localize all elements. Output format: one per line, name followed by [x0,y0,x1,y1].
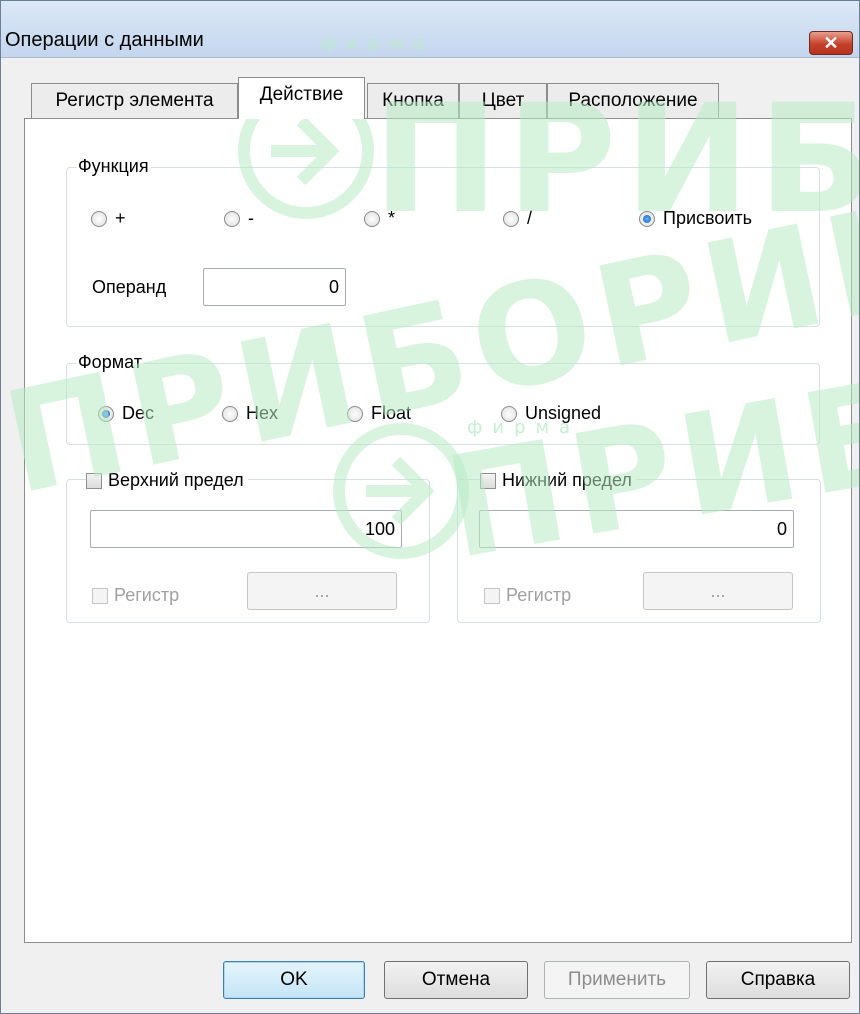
radio-dec-label: Dec [122,403,155,423]
radio-hex-indicator [222,405,238,422]
upper-register-label: Регистр [114,585,180,605]
lower-register-label: Регистр [506,585,572,605]
radio-multiply-indicator [364,210,380,227]
upper-limit-checkbox-box [86,472,102,489]
tab-panel-action: Функция + - * / Присвоить Операнд 0 Форм… [24,118,852,943]
lower-register-browse-button[interactable]: ... [643,572,793,610]
tab-button[interactable]: Кнопка [367,83,459,119]
upper-limit-input[interactable]: 100 [90,510,402,548]
radio-hex-label: Hex [246,403,279,423]
radio-multiply-label: * [388,208,396,228]
lower-limit-input[interactable]: 0 [479,510,794,548]
radio-assign-indicator [639,210,655,227]
radio-divide-label: / [527,208,533,228]
radio-multiply[interactable]: * [364,208,395,229]
lower-register-checkbox-box [484,587,500,604]
radio-unsigned-indicator [501,405,517,422]
radio-float-label: Float [371,403,412,423]
help-button[interactable]: Справка [706,961,850,999]
dialog-window: Операции с данными ✕ Регистр элемента Де… [0,0,860,1014]
close-button[interactable]: ✕ [809,31,853,55]
radio-minus[interactable]: - [224,208,254,229]
apply-button[interactable]: Применить [544,961,690,999]
upper-limit-label: Верхний предел [108,470,244,490]
tab-action[interactable]: Действие [238,77,365,119]
window-title: Операции с данными [5,29,204,51]
function-group [66,167,820,327]
upper-limit-checkbox[interactable]: Верхний предел [86,470,248,491]
ok-button[interactable]: OK [223,961,365,999]
operand-label: Операнд [92,277,167,297]
radio-minus-label: - [248,208,254,228]
radio-minus-indicator [224,210,240,227]
function-group-legend: Функция [76,156,151,177]
radio-hex[interactable]: Hex [222,403,278,424]
tab-element-register[interactable]: Регистр элемента [31,83,238,119]
title-bar: Операции с данными ✕ [1,1,859,58]
radio-plus[interactable]: + [91,208,126,229]
tab-layout[interactable]: Расположение [547,83,719,119]
radio-assign[interactable]: Присвоить [639,208,752,229]
radio-dec-indicator [98,405,114,422]
format-group-legend: Формат [76,352,144,373]
close-icon: ✕ [823,33,839,53]
radio-unsigned-label: Unsigned [525,403,602,423]
tab-color[interactable]: Цвет [459,83,547,119]
upper-register-browse-button[interactable]: ... [247,572,397,610]
radio-plus-indicator [91,210,107,227]
upper-register-checkbox[interactable]: Регистр [92,585,179,606]
radio-assign-label: Присвоить [663,208,753,228]
radio-dec[interactable]: Dec [98,403,154,424]
lower-limit-checkbox[interactable]: Нижний предел [480,470,636,491]
cancel-button[interactable]: Отмена [384,961,528,999]
upper-register-checkbox-box [92,587,108,604]
radio-float-indicator [347,405,363,422]
lower-register-checkbox[interactable]: Регистр [484,585,571,606]
format-group [66,363,820,445]
radio-plus-label: + [115,208,126,228]
radio-float[interactable]: Float [347,403,411,424]
lower-limit-checkbox-box [480,472,496,489]
lower-limit-label: Нижний предел [502,470,632,490]
operand-input[interactable]: 0 [203,268,346,306]
radio-unsigned[interactable]: Unsigned [501,403,601,424]
radio-divide-indicator [503,210,519,227]
radio-divide[interactable]: / [503,208,532,229]
